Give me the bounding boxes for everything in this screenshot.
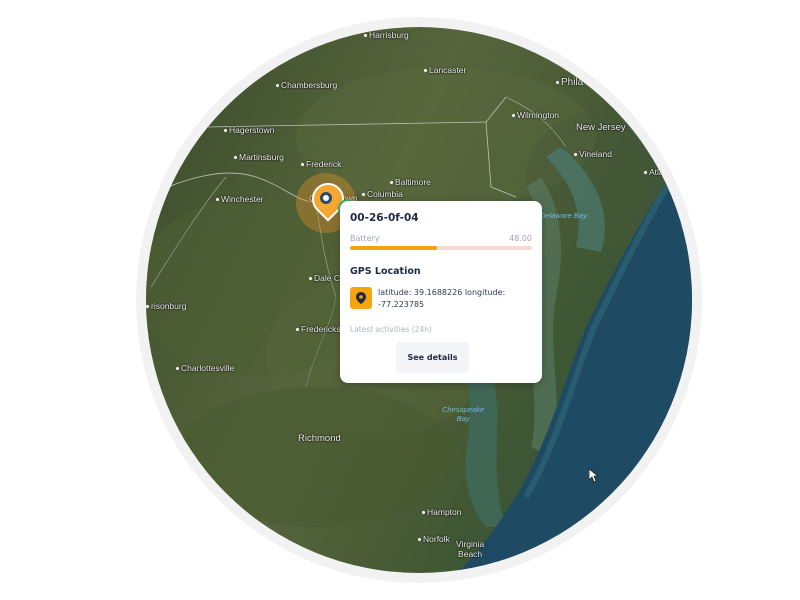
city-label: Wilmington bbox=[512, 110, 559, 120]
battery-progress-bar bbox=[350, 246, 532, 250]
gps-row: latitude: 39.1688226 longitude: -77.2237… bbox=[350, 287, 532, 311]
battery-row: Battery 48.00 bbox=[350, 234, 532, 243]
city-label: Hagerstown bbox=[224, 125, 274, 135]
city-label: Winchester bbox=[216, 194, 264, 204]
device-popup: 00-26-0f-04 Battery 48.00 GPS Location l… bbox=[340, 201, 542, 383]
city-label: Richmond bbox=[298, 433, 341, 444]
gps-section-title: GPS Location bbox=[350, 266, 421, 277]
marker-center-dot bbox=[320, 192, 332, 204]
city-label: Lancaster bbox=[424, 65, 466, 75]
city-label: Charlottesville bbox=[176, 363, 234, 373]
city-label: Harrisburg bbox=[364, 30, 409, 40]
map-pin-icon bbox=[350, 287, 372, 309]
battery-value: 48.00 bbox=[509, 234, 532, 243]
city-label: Vineland bbox=[574, 149, 612, 159]
city-label: Hampton bbox=[422, 507, 462, 517]
device-id: 00-26-0f-04 bbox=[350, 212, 419, 224]
city-label: Virginia Beach bbox=[456, 539, 485, 559]
city-label: Baltimore bbox=[390, 177, 431, 187]
battery-progress-fill bbox=[350, 246, 438, 250]
city-label: Atla bbox=[644, 167, 664, 177]
city-label: risonburg bbox=[146, 301, 186, 311]
latest-activities-label: Latest activities (24h) bbox=[350, 325, 432, 334]
water-label: Delaware Bay bbox=[540, 211, 587, 220]
city-label: Chambersburg bbox=[276, 80, 337, 90]
mouse-cursor-icon bbox=[588, 468, 600, 487]
city-label: Phila bbox=[556, 77, 583, 88]
city-label: Norfolk bbox=[418, 534, 450, 544]
see-details-button[interactable]: See details bbox=[396, 342, 469, 373]
city-label: Columbia bbox=[362, 189, 403, 199]
battery-label: Battery bbox=[350, 234, 380, 243]
city-label: Frederick bbox=[301, 159, 341, 169]
water-label: Chesapeake Bay bbox=[442, 405, 485, 423]
state-label: New Jersey bbox=[576, 122, 626, 133]
gps-coordinates: latitude: 39.1688226 longitude: -77.2237… bbox=[378, 288, 506, 309]
city-label: Martinsburg bbox=[234, 152, 284, 162]
